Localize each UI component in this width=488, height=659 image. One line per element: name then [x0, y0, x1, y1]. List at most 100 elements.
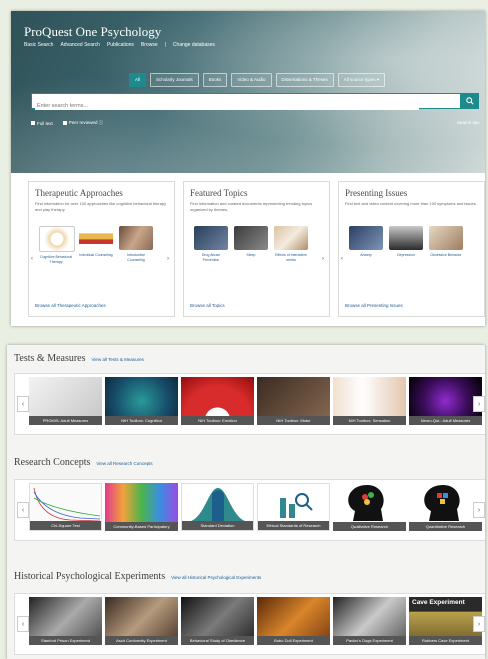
panel-item-label: Sleep — [246, 253, 256, 257]
carousel-prev-button[interactable]: ‹ — [17, 396, 29, 412]
browse-sections-card: Tests & Measures View all Tests & Measure… — [7, 345, 485, 659]
panel-item-depression[interactable]: Depression — [389, 226, 423, 258]
tile-caption: Standard Deviation — [182, 521, 253, 530]
tile-stanford-prison[interactable]: Stanford Prison Experiment — [29, 597, 102, 645]
research-concept-icon — [280, 493, 313, 518]
filter-all[interactable]: All — [129, 73, 147, 87]
tile-caption: Community-Based Participatory — [105, 522, 178, 531]
panel-browse-link[interactable]: Browse all Topics — [190, 303, 225, 308]
carousel-next-button[interactable]: › — [473, 502, 485, 518]
panel-browse-link[interactable]: Browse all Therapeutic Approaches — [35, 303, 106, 308]
chevron-right-icon[interactable]: › — [167, 256, 169, 262]
view-all-research-link[interactable]: View all Research Concepts — [96, 461, 152, 466]
carousel-next-button[interactable]: › — [473, 396, 485, 412]
tile-asch-conformity[interactable]: Asch Conformity Experiment — [105, 597, 178, 645]
chevron-left-icon[interactable]: ‹ — [31, 256, 33, 262]
tile-community[interactable]: Community-Based Participatory — [105, 483, 178, 531]
tile-pavlov[interactable]: Pavlov's Dogs Experiment — [333, 597, 406, 645]
obsessive-behavior-photo — [429, 226, 463, 250]
carousel-prev-button[interactable]: ‹ — [17, 616, 29, 632]
tile-neuro-qol[interactable]: Neuro-QoL: Adult Measures — [409, 377, 482, 425]
tile-standard-deviation[interactable]: Standard Deviation — [181, 483, 254, 531]
research-carousel: ‹ Chi-Square Test Community-Based Partic… — [14, 479, 485, 541]
tile-nih-emotion[interactable]: NIH Toolbox: Emotion — [181, 377, 254, 425]
tile-caption: NIH Toolbox: Motor — [257, 416, 330, 425]
filter-scholarly-journals[interactable]: Scholarly Journals — [150, 73, 199, 87]
chevron-right-icon[interactable]: › — [322, 256, 324, 262]
filter-all-source-types[interactable]: All source types ▾ — [337, 73, 385, 87]
peer-reviewed-checkbox[interactable] — [62, 120, 67, 125]
app-title: ProQuest One Psychology — [24, 24, 162, 39]
panel-title: Therapeutic Approaches — [35, 188, 123, 198]
panel-item-label: Effects of Interactive media — [275, 253, 307, 262]
tile-caption: Qualitative Research — [333, 522, 406, 531]
full-text-checkbox[interactable] — [31, 121, 35, 126]
panel-item-label: Individual Counseling — [79, 253, 113, 257]
tile-bobo-doll[interactable]: Bobo Doll Experiment — [257, 597, 330, 645]
tile-caption: Ethical Standards of Research — [258, 521, 329, 530]
panel-item-sleep[interactable]: Sleep — [234, 226, 268, 262]
filter-video-audio[interactable]: Video & Audio — [231, 73, 272, 87]
panel-description: Find information for over 100 approaches… — [35, 201, 167, 212]
section-heading: Research Concepts — [14, 457, 91, 468]
panel-item-drug-abuse[interactable]: Drug Abuse Prevention — [194, 226, 228, 262]
filter-dissertations[interactable]: Dissertations & Theses — [275, 73, 334, 87]
search-button[interactable] — [461, 93, 479, 109]
cbt-diagram-image — [39, 226, 75, 252]
head-blocks-image — [424, 485, 460, 521]
carousel-prev-button[interactable]: ‹ — [17, 502, 29, 518]
panel-title: Presenting Issues — [345, 188, 408, 198]
tile-caption: Quantitative Research — [409, 522, 482, 531]
drug-abuse-photo — [194, 226, 228, 250]
section-title-experiments: Historical Psychological Experiments View… — [14, 571, 261, 582]
tile-obedience[interactable]: Behavioral Study of Obedience — [181, 597, 254, 645]
peer-reviewed-option[interactable]: Peer reviewed ⓘ — [62, 120, 104, 126]
search-input[interactable] — [35, 102, 419, 110]
panel-item-cbt[interactable]: Cognitive Behavioral Therapy — [39, 226, 75, 264]
full-text-option[interactable]: Full text — [31, 121, 53, 126]
panel-item-introductive-counseling[interactable]: Introductive Counseling — [119, 226, 153, 264]
tile-caption: Chi-Square Test — [30, 521, 101, 530]
filter-books[interactable]: Books — [202, 73, 228, 87]
tile-caption: Robbers Cave Experiment — [409, 636, 482, 645]
tile-nih-sensation[interactable]: NIH Toolbox: Sensation — [333, 377, 406, 425]
nav-basic-search[interactable]: Basic Search — [24, 42, 53, 48]
tile-ethical-standards[interactable]: Ethical Standards of Research — [257, 483, 330, 531]
nav-change-databases[interactable]: Change databases — [173, 42, 215, 48]
panel-item-interactive-media[interactable]: Effects of Interactive media — [274, 226, 308, 262]
tile-caption: NIH Toolbox: Emotion — [181, 416, 254, 425]
panel-item-obsessive-behavior[interactable]: Obsessive Behavior — [429, 226, 463, 258]
panel-item-anxiety[interactable]: Anxiety — [349, 226, 383, 258]
chevron-left-icon[interactable]: ‹ — [341, 256, 343, 262]
view-all-tests-link[interactable]: View all Tests & Measures — [92, 357, 144, 362]
nav-browse[interactable]: Browse — [141, 42, 158, 48]
tile-caption: NIH Toolbox: Cognition — [105, 416, 178, 425]
panel-description: Find information and curated documents r… — [190, 201, 313, 212]
tile-caption: Asch Conformity Experiment — [105, 636, 178, 645]
nav-publications[interactable]: Publications — [107, 42, 134, 48]
tile-robbers-cave[interactable]: Cave Experiment Robbers Cave Experiment — [409, 597, 482, 645]
experiments-carousel: ‹ Stanford Prison Experiment Asch Confor… — [14, 593, 485, 655]
tile-promis[interactable]: PROMIS: Adult Measures — [29, 377, 102, 425]
panel-browse-link[interactable]: Browse all Presenting Issues — [345, 303, 403, 308]
panel-featured-topics: Featured Topics Find information and cur… — [183, 181, 330, 317]
head-puzzle-image — [348, 485, 384, 521]
depression-photo — [389, 226, 423, 250]
tile-chi-square[interactable]: Chi-Square Test — [29, 483, 102, 531]
panel-item-individual-counseling[interactable]: Individual Counseling — [79, 226, 113, 264]
view-all-experiments-link[interactable]: View all Historical Psychological Experi… — [171, 575, 261, 580]
nav-advanced-search[interactable]: Advanced Search — [60, 42, 99, 48]
full-text-label: Full text — [37, 120, 53, 126]
info-icon[interactable]: ⓘ — [99, 120, 104, 125]
search-tips-link[interactable]: Search tips — [457, 120, 480, 125]
panel-description: Find text and video content covering mor… — [345, 201, 477, 206]
search-card: ProQuest One Psychology Basic Search Adv… — [11, 11, 485, 326]
chi-square-curves-image — [33, 487, 101, 522]
tile-quantitative[interactable]: Quantitative Research — [409, 483, 482, 531]
tests-carousel: ‹ PROMIS: Adult Measures NIH Toolbox: Co… — [14, 373, 485, 435]
tile-qualitative[interactable]: Qualitative Research — [333, 483, 406, 531]
tile-nih-motor[interactable]: NIH Toolbox: Motor — [257, 377, 330, 425]
panel-presenting-issues: Presenting Issues Find text and video co… — [338, 181, 485, 317]
tile-nih-cognition[interactable]: NIH Toolbox: Cognition — [105, 377, 178, 425]
carousel-next-button[interactable]: › — [473, 616, 485, 632]
